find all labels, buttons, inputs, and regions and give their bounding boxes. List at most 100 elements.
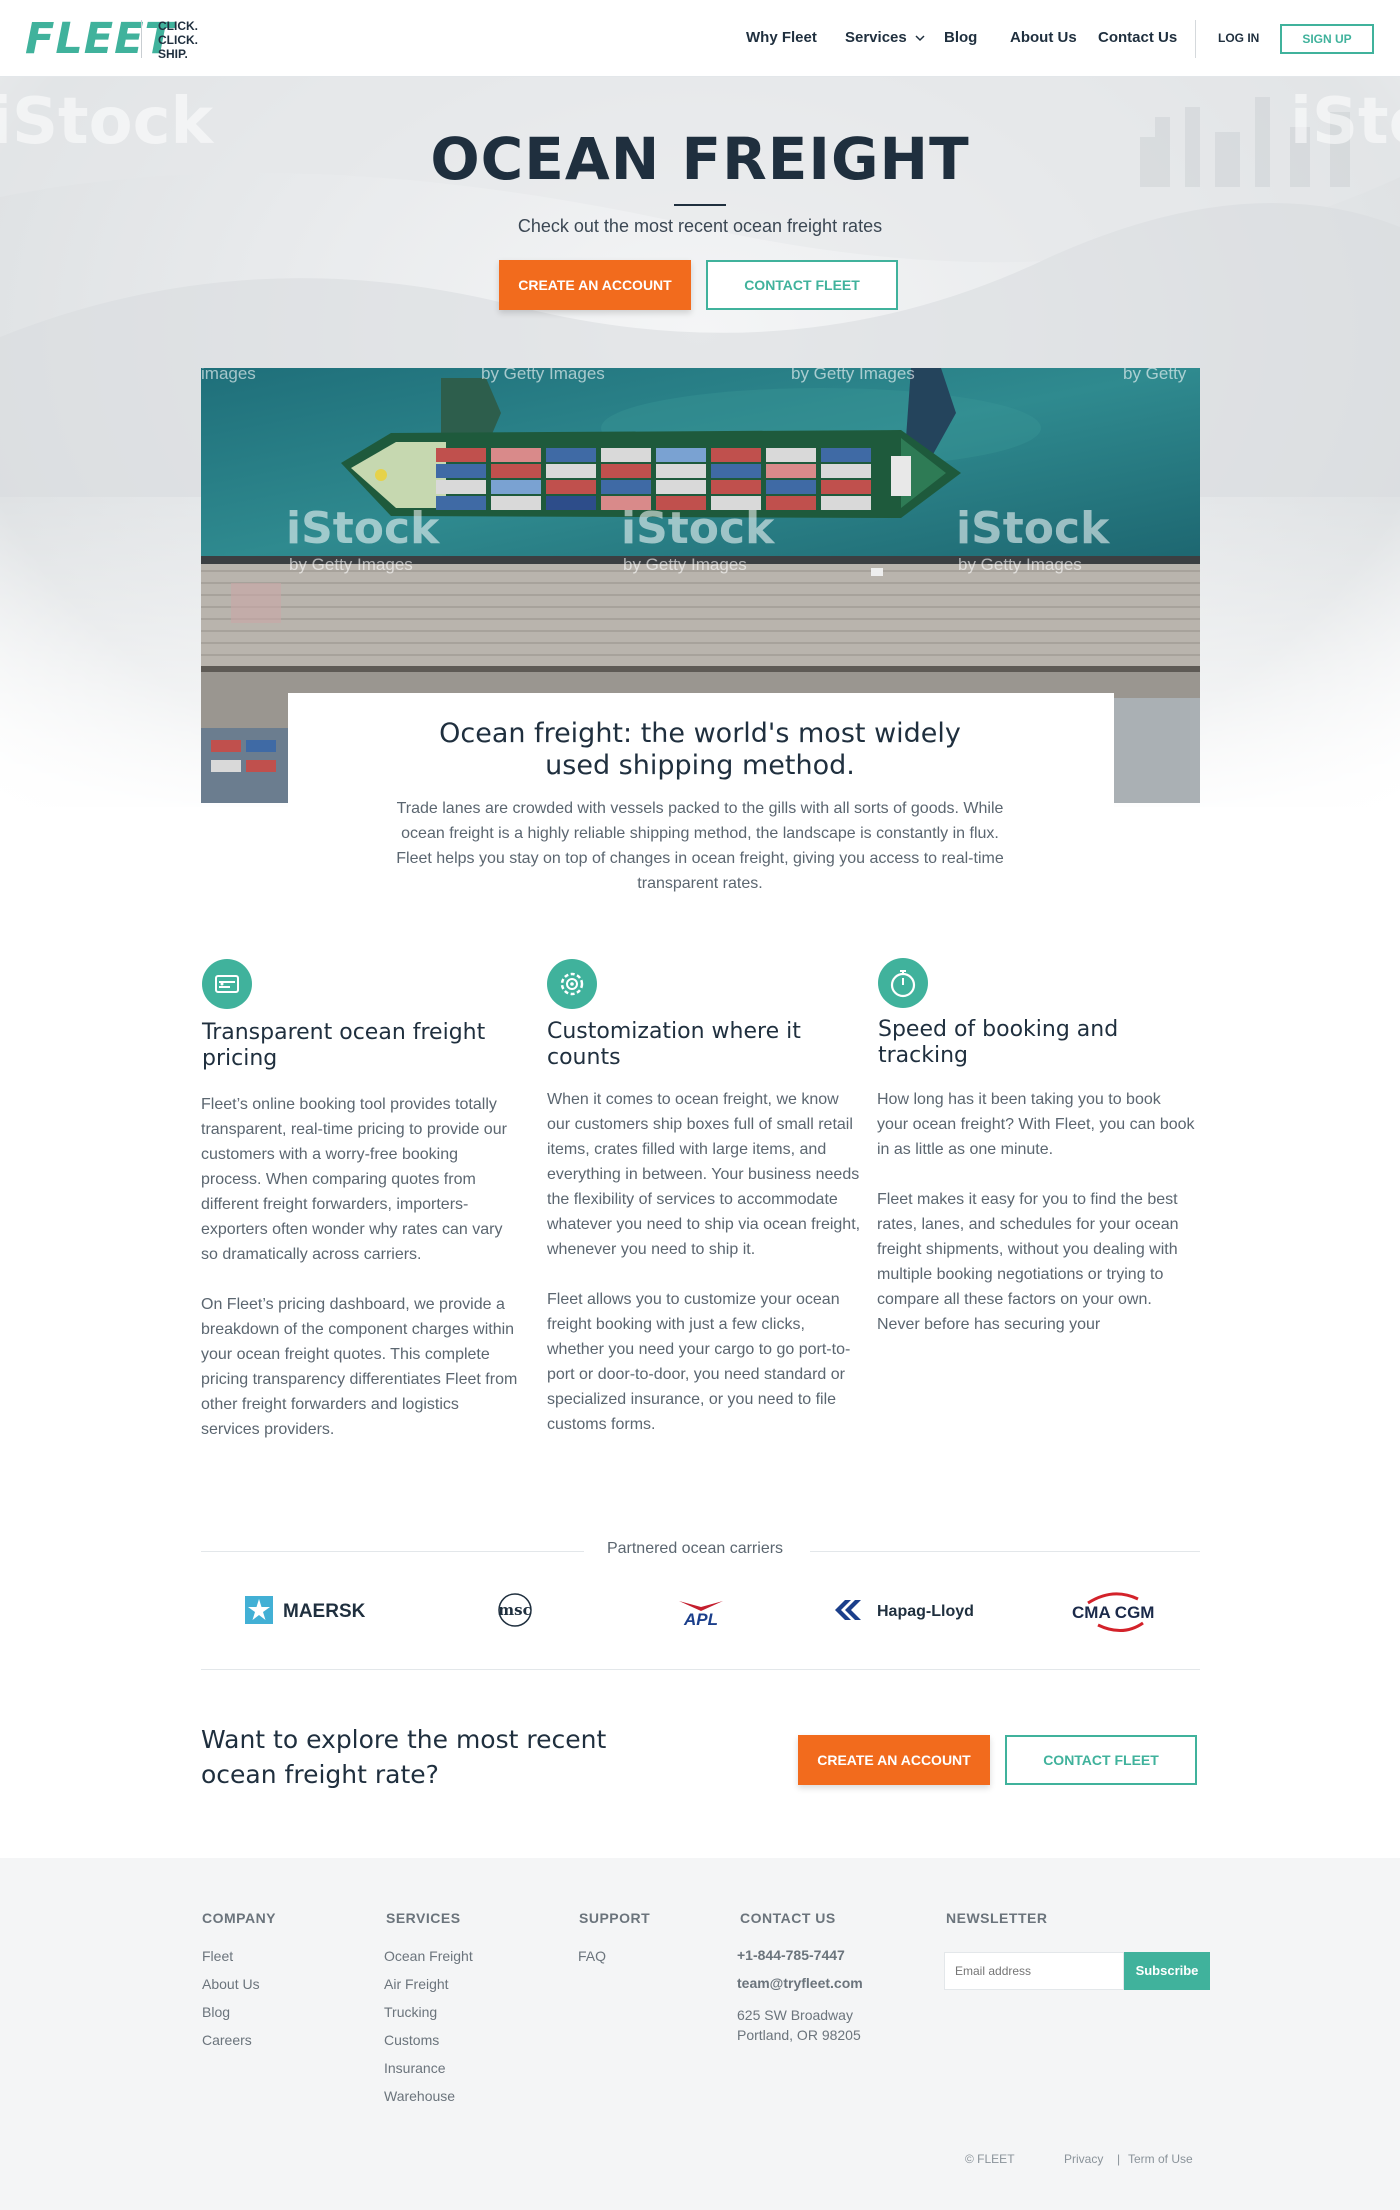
- footer-address-line-1: 625 SW Broadway: [737, 2007, 853, 2023]
- feature-paragraph: Fleet makes it easy for you to find the …: [877, 1191, 1179, 1333]
- nav-why-fleet[interactable]: Why Fleet: [746, 28, 817, 48]
- footer-link-ocean-freight[interactable]: Ocean Freight: [384, 1942, 473, 1970]
- pricing-tag-icon: [215, 975, 239, 993]
- feature-icon-badge: [547, 959, 597, 1009]
- logo-divider: [141, 20, 142, 58]
- intro-title: Ocean freight: the world's most widely u…: [350, 718, 1050, 782]
- feature-title-pricing: Transparent ocean freight pricing: [202, 1020, 486, 1071]
- chevron-down-icon: [915, 35, 925, 42]
- feature-body-speed: How long has it been taking you to book …: [877, 1087, 1195, 1362]
- title-underline: [674, 204, 726, 206]
- watermark-credit: by Getty Images: [791, 368, 915, 383]
- cma-cgm-icon: CMA CGM: [1072, 1592, 1154, 1632]
- apl-wordmark: APL: [683, 1610, 718, 1629]
- feature-paragraph: On Fleet’s pricing dashboard, we provide…: [201, 1296, 518, 1438]
- carrier-logo-cma-cgm: CMA CGM: [1068, 1585, 1168, 1635]
- footer-link-air-freight[interactable]: Air Freight: [384, 1970, 449, 1998]
- footer-link-warehouse[interactable]: Warehouse: [384, 2082, 455, 2110]
- contact-fleet-button[interactable]: CONTACT FLEET: [706, 260, 898, 310]
- watermark-credit: by Getty Images: [958, 555, 1082, 574]
- nav-blog[interactable]: Blog: [944, 28, 977, 48]
- carrier-logo-msc: msc: [490, 1585, 540, 1635]
- feature-body-customization: When it comes to ocean freight, we know …: [547, 1087, 865, 1462]
- page-subtitle: Check out the most recent ocean freight …: [517, 216, 883, 236]
- footer-link-faq[interactable]: FAQ: [578, 1942, 606, 1970]
- footer-address-line-2: Portland, OR 98205: [737, 2027, 861, 2043]
- login-link[interactable]: LOG IN: [1218, 31, 1259, 45]
- feature-title-speed: Speed of booking and tracking: [878, 1017, 1119, 1068]
- watermark-credit: by Getty Images: [289, 555, 413, 574]
- nav-services[interactable]: Services: [845, 28, 925, 48]
- hapag-lloyd-wordmark: Hapag-Lloyd: [877, 1603, 974, 1620]
- feature-icon-badge: [878, 958, 928, 1008]
- watermark-brand: iStock: [621, 503, 776, 554]
- stopwatch-icon: [890, 970, 916, 998]
- feature-paragraph: When it comes to ocean freight, we know …: [547, 1091, 861, 1258]
- newsletter-subscribe-button[interactable]: Subscribe: [1124, 1952, 1210, 1990]
- watermark-brand: iStock: [286, 503, 441, 554]
- cma-cgm-wordmark: CMA CGM: [1072, 1603, 1154, 1622]
- maersk-star-icon: MAERSK: [245, 1596, 366, 1624]
- footer-heading-support: SUPPORT: [579, 1910, 651, 1926]
- footer-link-blog[interactable]: Blog: [202, 1998, 230, 2026]
- tagline-line-3: SHIP.: [158, 47, 188, 61]
- cta-create-account-button[interactable]: CREATE AN ACCOUNT: [798, 1735, 990, 1785]
- feature-paragraph: Fleet’s online booking tool provides tot…: [201, 1096, 507, 1263]
- feature-icon-badge: [202, 959, 252, 1009]
- top-navbar: FLEET CLICK. CLICK. SHIP. Why Fleet Serv…: [0, 0, 1400, 77]
- footer-terms-link[interactable]: Term of Use: [1128, 2152, 1193, 2166]
- partners-divider-left: [201, 1551, 584, 1552]
- carrier-logo-hapag-lloyd: Hapag-Lloyd: [833, 1585, 983, 1635]
- partners-bottom-divider: [201, 1669, 1200, 1670]
- watermark-brand: iStock: [956, 503, 1111, 554]
- intro-title-line-2: used shipping method.: [545, 750, 855, 781]
- fleet-logo[interactable]: FLEET: [25, 14, 175, 64]
- partners-divider-right: [810, 1551, 1200, 1552]
- gear-icon: [560, 972, 584, 996]
- watermark-credit: by Getty Images: [623, 555, 747, 574]
- footer-heading-contact: CONTACT US: [740, 1910, 836, 1926]
- nav-about-us[interactable]: About Us: [1010, 28, 1077, 48]
- feature-body-pricing: Fleet’s online booking tool provides tot…: [201, 1092, 519, 1467]
- footer-privacy-link[interactable]: Privacy: [1064, 2152, 1103, 2166]
- footer-copyright: © FLEET: [965, 2152, 1015, 2166]
- footer-link-fleet[interactable]: Fleet: [202, 1942, 233, 1970]
- page-title: OCEAN FREIGHT: [430, 125, 970, 193]
- footer-link-about-us[interactable]: About Us: [202, 1970, 260, 1998]
- newsletter-email-input[interactable]: [944, 1952, 1124, 1990]
- tagline-line-1: CLICK.: [158, 19, 198, 33]
- footer-link-insurance[interactable]: Insurance: [384, 2054, 445, 2082]
- carrier-logo-maersk: MAERSK: [243, 1585, 383, 1635]
- carrier-logo-apl: APL: [673, 1585, 729, 1635]
- footer-heading-services: SERVICES: [386, 1910, 461, 1926]
- nav-contact-us[interactable]: Contact Us: [1098, 28, 1177, 48]
- create-account-button[interactable]: CREATE AN ACCOUNT: [499, 260, 691, 310]
- watermark-fragment: images: [201, 368, 256, 383]
- footer-link-separator: |: [1117, 2152, 1121, 2166]
- feature-paragraph: Fleet allows you to customize your ocean…: [547, 1291, 851, 1433]
- cta-question: Want to explore the most recent ocean fr…: [201, 1725, 607, 1789]
- footer-heading-company: COMPANY: [202, 1910, 277, 1926]
- msc-wordmark: msc: [498, 1601, 531, 1619]
- tagline-line-2: CLICK.: [158, 33, 198, 47]
- footer-link-customs[interactable]: Customs: [384, 2026, 439, 2054]
- hapag-lloyd-icon: Hapag-Lloyd: [835, 1600, 974, 1620]
- msc-logo-icon: msc: [498, 1593, 532, 1627]
- footer-email[interactable]: team@tryfleet.com: [737, 1975, 863, 1991]
- footer-link-careers[interactable]: Careers: [202, 2026, 252, 2054]
- nav-services-label: Services: [845, 29, 907, 46]
- cta-contact-fleet-button[interactable]: CONTACT FLEET: [1005, 1735, 1197, 1785]
- intro-title-line-1: Ocean freight: the world's most widely: [439, 718, 961, 749]
- watermark-fragment: by Getty: [1123, 368, 1187, 383]
- feature-title-customization: Customization where it counts: [547, 1019, 801, 1070]
- footer-link-trucking[interactable]: Trucking: [384, 1998, 437, 2026]
- intro-body: Trade lanes are crowded with vessels pac…: [396, 800, 1004, 892]
- feature-paragraph: How long has it been taking you to book …: [877, 1091, 1195, 1158]
- partners-label: Partnered ocean carriers: [606, 1540, 784, 1557]
- maersk-wordmark: MAERSK: [283, 1601, 366, 1622]
- watermark-credit: by Getty Images: [481, 368, 605, 383]
- signup-button[interactable]: SIGN UP: [1280, 24, 1374, 54]
- footer-heading-newsletter: NEWSLETTER: [946, 1910, 1048, 1926]
- footer-phone[interactable]: +1-844-785-7447: [737, 1947, 845, 1963]
- nav-divider: [1195, 20, 1196, 58]
